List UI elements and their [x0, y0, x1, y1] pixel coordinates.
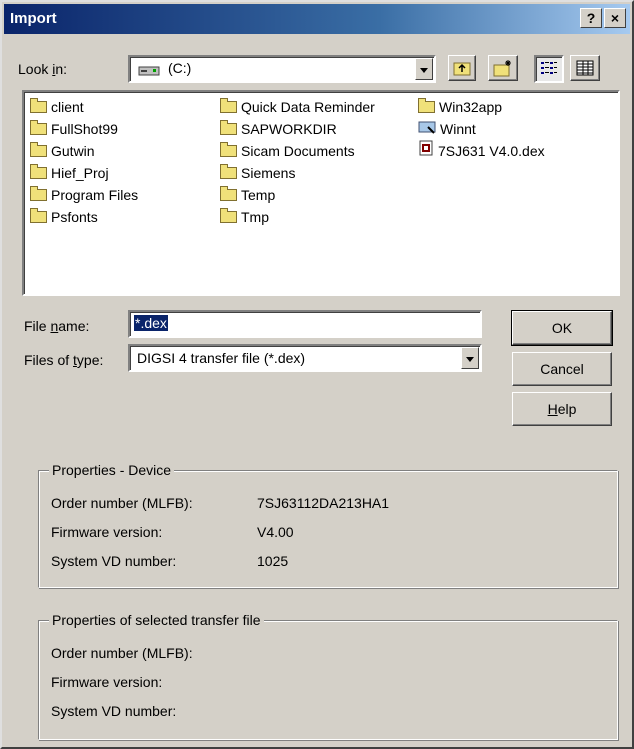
help-title-button[interactable]: ? — [580, 8, 602, 28]
transfer-file-properties-legend: Properties of selected transfer file — [49, 612, 264, 628]
file-item[interactable]: Win32app — [418, 96, 502, 118]
file-item[interactable]: client — [30, 96, 84, 118]
help-button[interactable]: Help — [512, 392, 612, 426]
file-vd-number-label: System VD number: — [51, 703, 177, 719]
chevron-down-icon[interactable] — [461, 347, 479, 369]
device-vd-number-value: 1025 — [257, 553, 289, 569]
file-item[interactable]: Winnt — [418, 118, 476, 140]
folder-icon — [30, 164, 47, 180]
file-name-input[interactable]: *.dex — [128, 310, 482, 338]
folder-icon — [30, 120, 47, 136]
device-firmware-value: V4.00 — [257, 524, 294, 540]
look-in-label: Look in: — [18, 61, 68, 77]
ok-button[interactable]: OK — [511, 310, 613, 346]
file-item[interactable]: Program Files — [30, 184, 138, 206]
device-properties-group: Properties - Device Order number (MLFB):… — [38, 462, 618, 588]
folder-icon — [30, 186, 47, 202]
file-name-value: *.dex — [134, 315, 168, 331]
file-item[interactable]: FullShot99 — [30, 118, 118, 140]
up-folder-icon — [453, 60, 471, 79]
new-folder-icon — [493, 59, 513, 80]
folder-icon — [220, 164, 237, 180]
drive-icon — [138, 64, 162, 76]
folder-icon — [30, 208, 47, 224]
import-dialog: Import ? × Look in: (C:) client FullShot… — [0, 0, 634, 749]
file-item[interactable]: Psfonts — [30, 206, 98, 228]
device-vd-number-label: System VD number: — [51, 553, 177, 569]
list-view-icon — [540, 60, 558, 79]
up-one-level-button[interactable] — [448, 55, 476, 81]
folder-icon — [220, 208, 237, 224]
folder-icon — [220, 142, 237, 158]
chevron-down-icon[interactable] — [415, 58, 433, 80]
folder-icon — [30, 142, 47, 158]
folder-icon — [418, 98, 435, 114]
folder-icon — [220, 98, 237, 114]
file-type-dropdown[interactable]: DIGSI 4 transfer file (*.dex) — [128, 344, 482, 372]
dex-file-icon — [418, 140, 434, 162]
system-folder-icon — [418, 118, 436, 140]
device-firmware-label: Firmware version: — [51, 524, 163, 540]
device-order-number-label: Order number (MLFB): — [51, 495, 193, 511]
window-title: Import — [10, 10, 57, 27]
list-view-button[interactable] — [534, 55, 564, 83]
file-item[interactable]: Gutwin — [30, 140, 95, 162]
cancel-button[interactable]: Cancel — [512, 352, 612, 386]
close-button[interactable]: × — [604, 8, 626, 28]
transfer-file-properties-group: Properties of selected transfer file Ord… — [38, 612, 618, 740]
file-firmware-label: Firmware version: — [51, 674, 163, 690]
title-bar: Import ? × — [4, 4, 630, 34]
look-in-value: (C:) — [168, 60, 192, 76]
file-type-value: DIGSI 4 transfer file (*.dex) — [137, 350, 306, 366]
file-item[interactable]: Temp — [220, 184, 275, 206]
file-item[interactable]: 7SJ631 V4.0.dex — [418, 140, 545, 162]
create-new-folder-button[interactable] — [488, 55, 518, 81]
file-list[interactable]: client FullShot99 Gutwin Hief_Proj Progr… — [22, 90, 620, 296]
file-item[interactable]: Quick Data Reminder — [220, 96, 375, 118]
file-item[interactable]: Siemens — [220, 162, 295, 184]
look-in-dropdown[interactable]: (C:) — [128, 55, 436, 83]
file-item[interactable]: Tmp — [220, 206, 269, 228]
folder-icon — [220, 186, 237, 202]
file-item[interactable]: Sicam Documents — [220, 140, 355, 162]
device-order-number-value: 7SJ63112DA213HA1 — [257, 495, 390, 511]
details-view-icon — [576, 60, 594, 79]
folder-icon — [30, 98, 47, 114]
file-type-label: Files of type: — [24, 352, 104, 368]
details-view-button[interactable] — [570, 55, 600, 81]
file-name-label: File name: — [24, 318, 90, 334]
file-item[interactable]: SAPWORKDIR — [220, 118, 337, 140]
file-order-number-label: Order number (MLFB): — [51, 645, 193, 661]
device-properties-legend: Properties - Device — [49, 462, 175, 478]
file-item[interactable]: Hief_Proj — [30, 162, 109, 184]
folder-icon — [220, 120, 237, 136]
